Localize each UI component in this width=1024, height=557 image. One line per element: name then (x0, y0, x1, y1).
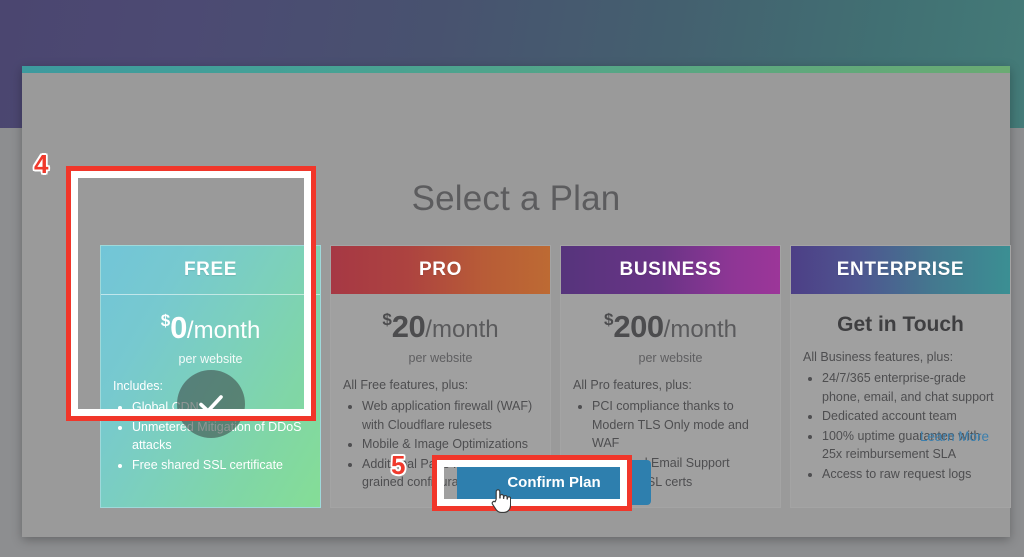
plan-header-business: BUSINESS (561, 246, 780, 294)
list-item: PCI compliance thanks to Modern TLS Only… (592, 397, 768, 453)
plan-price-free: $0/month (113, 312, 308, 343)
select-plan-modal: Select a Plan FREE $0/month per website … (22, 66, 1011, 537)
check-icon (198, 395, 223, 413)
screenshot-root: Select a Plan FREE $0/month per website … (0, 0, 1024, 557)
currency-symbol: $ (603, 310, 614, 329)
confirm-plan-button[interactable]: Confirm Plan (457, 460, 651, 505)
price-amount: 200 (613, 309, 664, 344)
features-intro-business: All Pro features, plus: (573, 378, 692, 392)
list-item: Access to raw request logs (822, 465, 998, 484)
list-item: Mobile & Image Optimizations (362, 435, 538, 454)
plan-header-pro: PRO (331, 246, 550, 294)
price-note-business: per website (638, 351, 703, 365)
modal-gradient-topbar (22, 66, 1010, 73)
feature-list-enterprise: 24/7/365 enterprise-grade phone, email, … (803, 369, 998, 483)
plan-header-enterprise: ENTERPRISE (791, 246, 1010, 294)
page-title: Select a Plan (411, 179, 621, 218)
plan-price-pro: $20/month (343, 311, 538, 342)
list-item: Web application firewall (WAF) with Clou… (362, 397, 538, 434)
list-item: Dedicated account team (822, 407, 998, 426)
learn-more-link[interactable]: Learn More (920, 429, 989, 444)
currency-symbol: $ (382, 310, 392, 329)
selected-check-badge (176, 370, 245, 438)
price-note-pro: per website (408, 351, 473, 365)
plan-header-free: FREE (101, 246, 320, 295)
price-period: /month (663, 316, 738, 343)
price-period: /month (186, 317, 261, 344)
currency-symbol: $ (160, 311, 171, 330)
features-intro-enterprise: All Business features, plus: (803, 350, 954, 364)
price-note-free: per website (178, 352, 243, 366)
price-amount: 20 (391, 309, 426, 344)
price-amount: 0 (170, 310, 187, 345)
step-number-4: 4 (34, 149, 49, 179)
list-item: Free shared SSL certificate (132, 456, 308, 475)
step-number-5: 5 (391, 450, 406, 480)
list-item: 24/7/365 enterprise-grade phone, email, … (822, 369, 998, 406)
plan-card-free[interactable]: FREE $0/month per website Includes: Glob… (100, 245, 321, 508)
price-period: /month (425, 316, 499, 343)
contact-sales-title: Get in Touch (837, 313, 964, 336)
plan-price-business: $200/month (573, 311, 768, 342)
plan-body-free: $0/month per website Includes: Global CD… (101, 312, 320, 489)
plan-card-enterprise[interactable]: ENTERPRISE Get in Touch All Business fea… (790, 245, 1011, 508)
features-intro-pro: All Free features, plus: (343, 378, 469, 392)
plan-body-enterprise: Get in Touch All Business features, plus… (791, 313, 1010, 498)
